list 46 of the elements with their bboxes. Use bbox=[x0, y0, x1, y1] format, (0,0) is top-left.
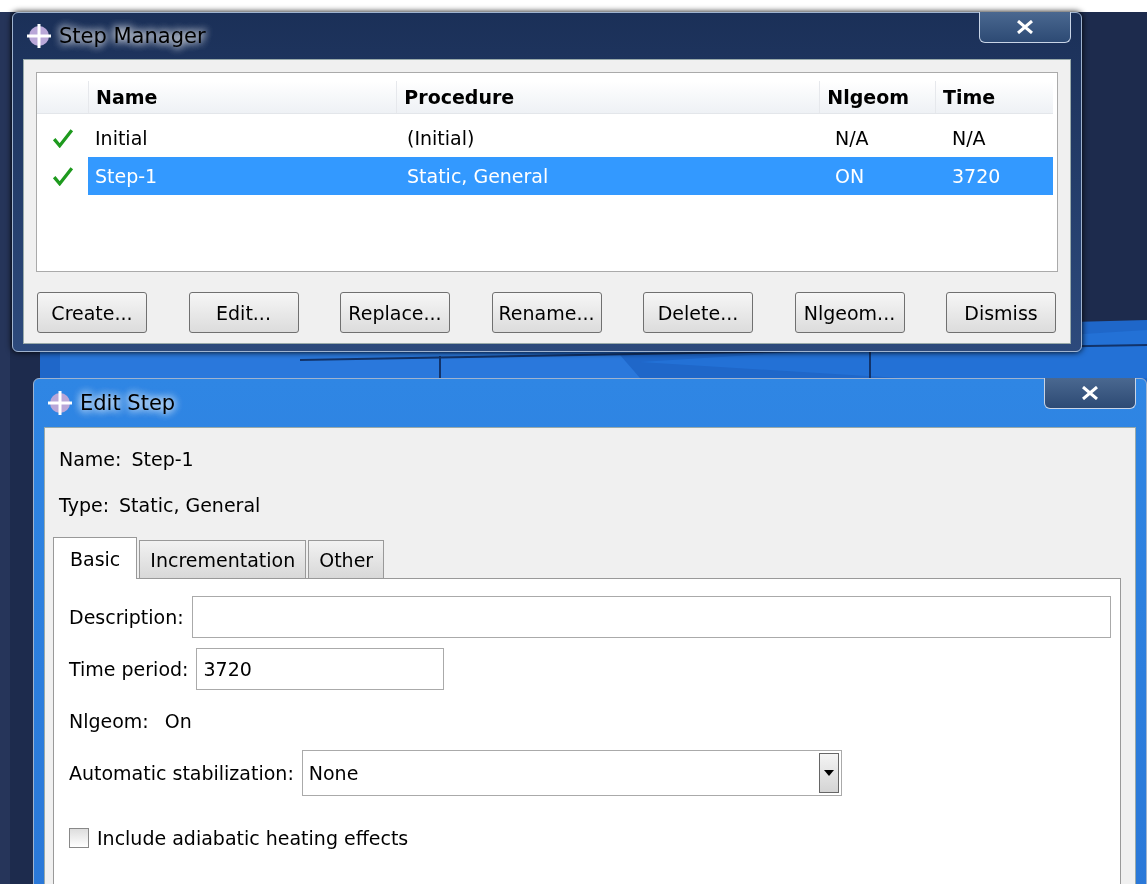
column-header[interactable]: Name bbox=[88, 81, 397, 113]
checkbox[interactable] bbox=[69, 828, 89, 848]
checkbox-label: Include adiabatic heating effects bbox=[97, 827, 409, 849]
dialog-button[interactable]: Nlgeom... bbox=[794, 292, 905, 333]
close-icon bbox=[1080, 386, 1100, 400]
table-cell-text: Initial bbox=[94, 127, 149, 149]
tab[interactable]: Basic bbox=[53, 537, 138, 579]
dialog-button[interactable]: Replace... bbox=[340, 292, 450, 333]
table-cell-text: Step-1 bbox=[94, 165, 159, 187]
column-header[interactable]: Time bbox=[935, 81, 1053, 113]
name-label: Name: bbox=[59, 448, 122, 470]
name-value: Step-1 bbox=[131, 448, 194, 470]
tab[interactable]: Incrementation bbox=[139, 540, 307, 578]
field-label: Time period: bbox=[69, 658, 189, 680]
table-row[interactable]: Initial (Initial) N/A N/A bbox=[88, 119, 1053, 157]
nlgeom-label: Nlgeom: bbox=[69, 710, 149, 732]
dialog-button[interactable]: Edit... bbox=[188, 292, 299, 333]
dialog-button[interactable]: Dismiss bbox=[946, 292, 1056, 333]
table-cell-text: Static, General bbox=[406, 165, 550, 187]
table-cell-text: N/A bbox=[834, 127, 870, 149]
field-label: Automatic stabilization: bbox=[69, 762, 294, 784]
window-title: Edit Step bbox=[80, 391, 176, 415]
table-cell-text: ON bbox=[834, 165, 866, 187]
field-label: Description: bbox=[69, 606, 184, 628]
table-cell-text: N/A bbox=[951, 127, 987, 149]
type-label: Type: bbox=[59, 494, 110, 516]
table-cell-text: (Initial) bbox=[406, 127, 476, 149]
column-header[interactable]: Procedure bbox=[396, 81, 820, 113]
column-header[interactable]: Nlgeom bbox=[819, 81, 935, 113]
table-cell-text: 3720 bbox=[951, 165, 1002, 187]
app-icon bbox=[27, 24, 51, 48]
description-field[interactable] bbox=[191, 596, 1111, 638]
caret-icon bbox=[823, 770, 834, 776]
close-button[interactable] bbox=[979, 12, 1071, 43]
dialog-button[interactable]: Delete... bbox=[643, 292, 753, 333]
close-button[interactable] bbox=[1044, 378, 1136, 409]
time-period-field[interactable]: 3720 bbox=[196, 648, 445, 690]
type-value: Static, General bbox=[119, 494, 261, 516]
close-icon bbox=[1015, 20, 1035, 34]
window-title: Step Manager bbox=[59, 24, 206, 48]
app-icon bbox=[48, 391, 72, 415]
stabilization-dropdown[interactable]: None bbox=[301, 750, 842, 796]
tab[interactable]: Other bbox=[308, 540, 385, 578]
dialog-button[interactable]: Create... bbox=[37, 292, 147, 333]
nlgeom-value: On bbox=[164, 710, 192, 732]
dialog-button[interactable]: Rename... bbox=[491, 292, 602, 333]
